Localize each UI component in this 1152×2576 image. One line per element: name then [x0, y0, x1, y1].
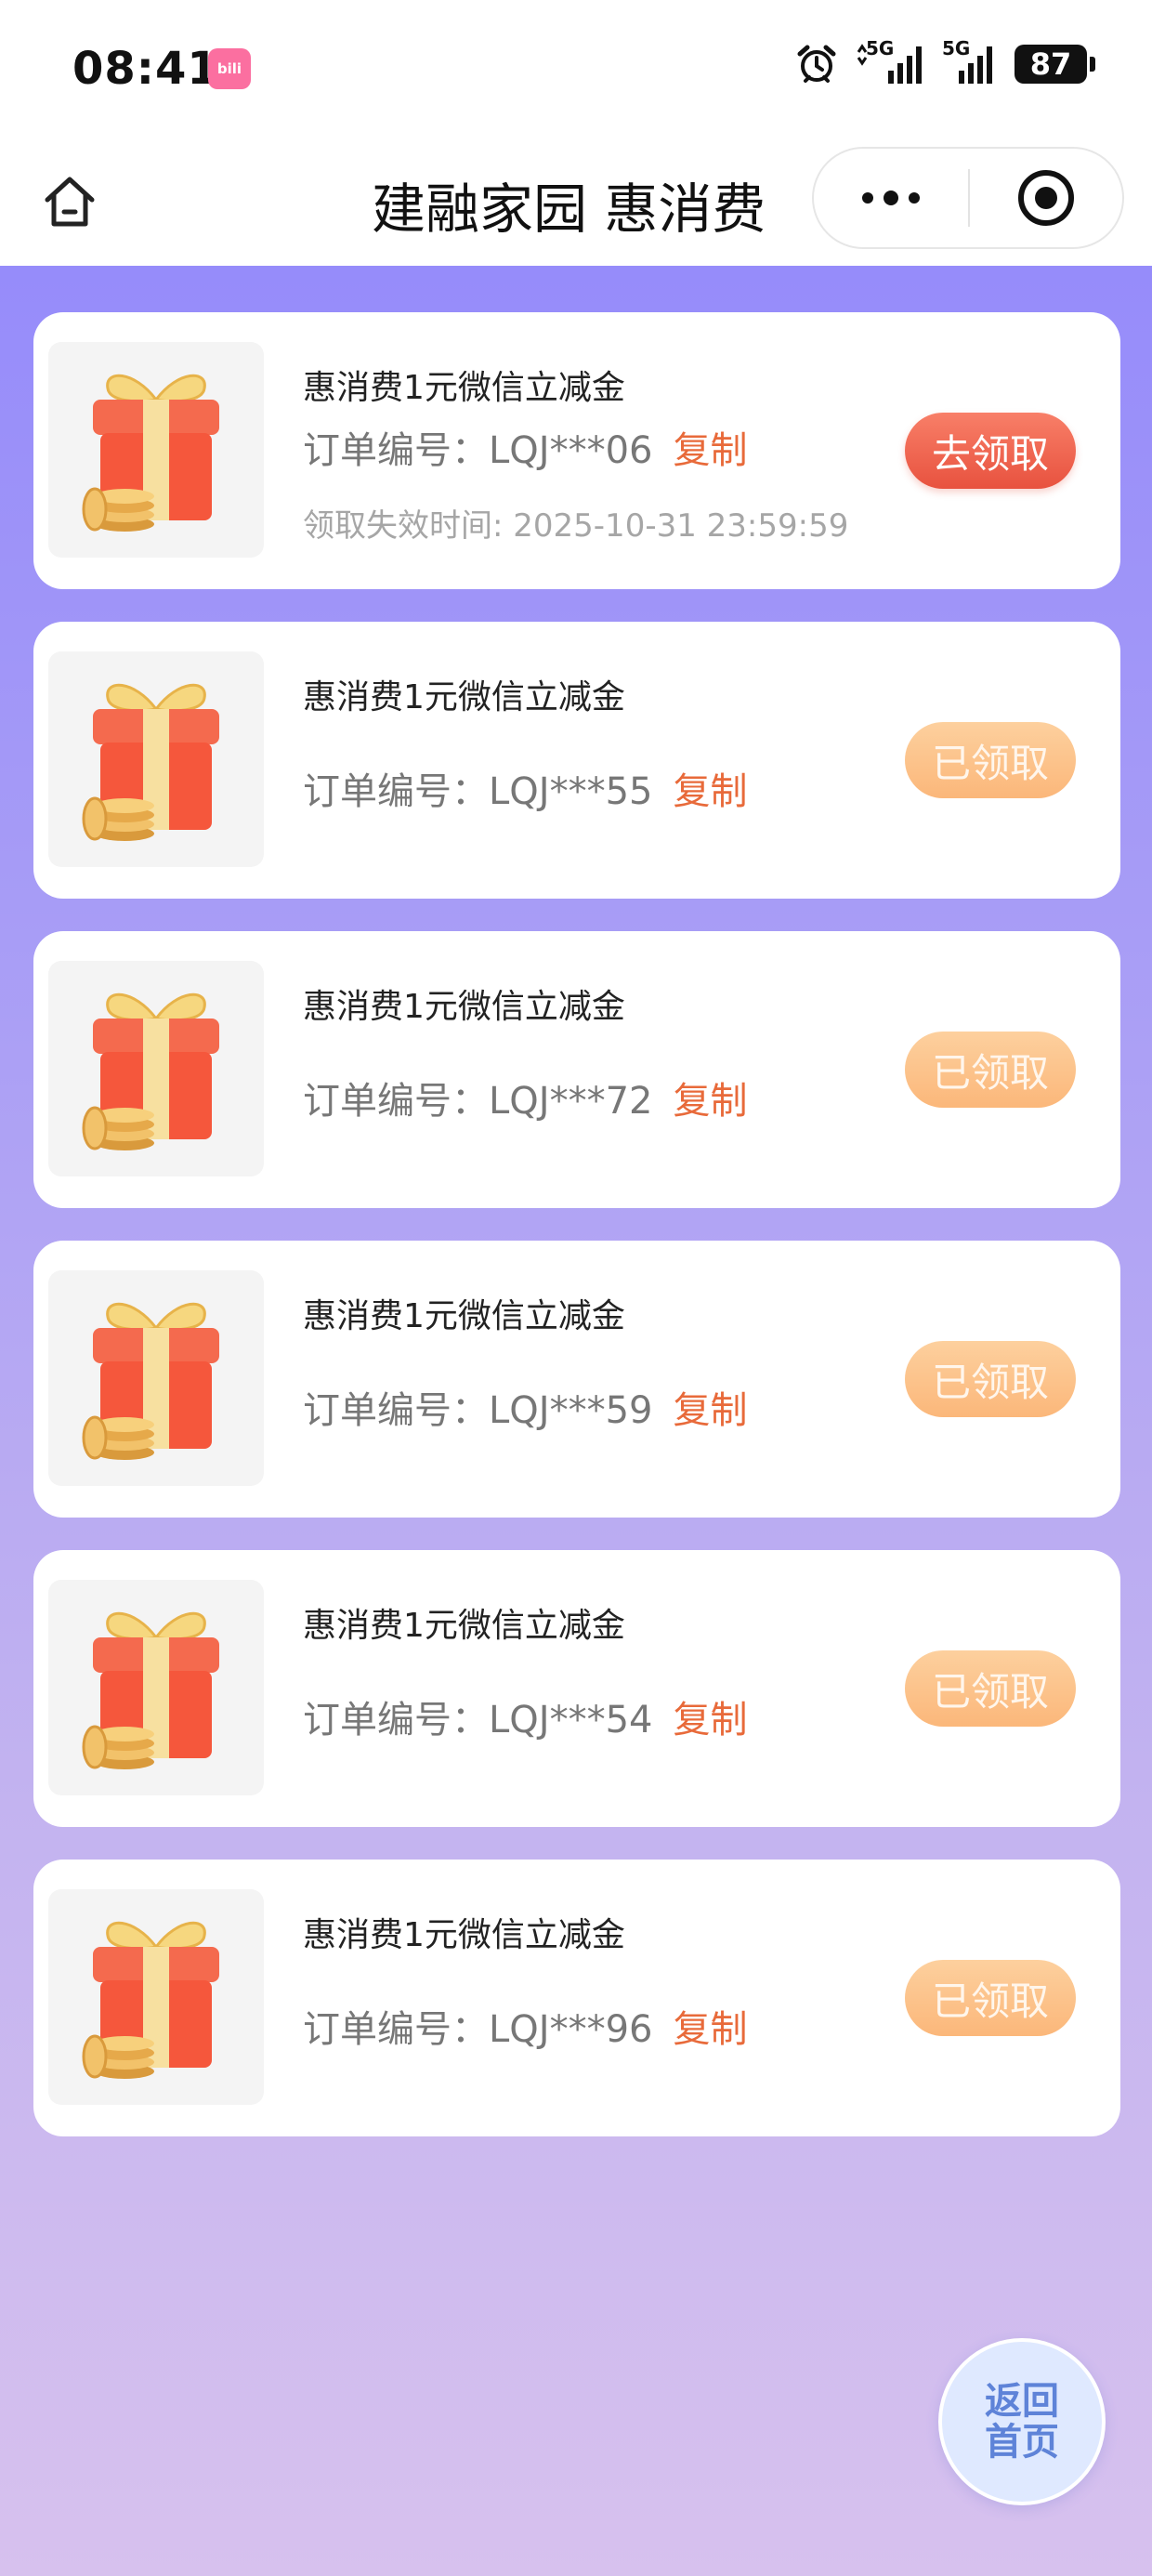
alarm-clock-icon	[797, 45, 836, 83]
coupon-card: 惠消费1元微信立减金 订单编号：LQJ***59 复制 已领取	[33, 1241, 1120, 1518]
back-home-button[interactable]: 返回 首页	[938, 2338, 1106, 2505]
copy-button[interactable]: 复制	[673, 2008, 747, 2051]
order-number-row: 订单编号：LQJ***59 复制	[303, 1380, 747, 1434]
claimed-button[interactable]: 已领取	[905, 1960, 1076, 2036]
coupon-card: 惠消费1元微信立减金 订单编号：LQJ***55 复制 已领取	[33, 622, 1120, 899]
order-number-label: 订单编号：	[303, 1389, 489, 1432]
gift-thumbnail	[48, 1889, 264, 2105]
gift-box-icon	[82, 683, 219, 841]
coupon-title: 惠消费1元微信立减金	[303, 369, 625, 407]
order-number-label: 订单编号：	[303, 429, 489, 472]
expiry-time: 领取失效时间: 2025-10-31 23:59:59	[303, 507, 849, 545]
nav-bar: 建融家园 惠消费	[0, 138, 1152, 266]
gift-thumbnail	[48, 1580, 264, 1795]
more-dots-icon	[862, 191, 920, 205]
copy-button[interactable]: 复制	[673, 770, 747, 813]
signal-icon: 5G	[942, 37, 998, 87]
order-number-row: 订单编号：LQJ***06 复制	[303, 420, 747, 474]
status-icons: 5G 5G 87	[795, 37, 1095, 87]
order-number-row: 订单编号：LQJ***72 复制	[303, 1071, 747, 1124]
copy-button[interactable]: 复制	[673, 429, 747, 472]
order-number: LQJ***59	[489, 1389, 653, 1432]
copy-button[interactable]: 复制	[673, 1389, 747, 1432]
claimed-button[interactable]: 已领取	[905, 1032, 1076, 1108]
order-number-label: 订单编号：	[303, 1080, 489, 1123]
coupon-card: 惠消费1元微信立减金 订单编号：LQJ***54 复制 已领取	[33, 1550, 1120, 1827]
mini-program-capsule	[812, 147, 1124, 249]
claimed-button[interactable]: 已领取	[905, 722, 1076, 798]
close-button[interactable]	[970, 149, 1122, 247]
coupon-list: 惠消费1元微信立减金 订单编号：LQJ***06 复制 领取失效时间: 2025-…	[33, 312, 1120, 2169]
order-number: LQJ***96	[489, 2008, 653, 2051]
coupon-card: 惠消费1元微信立减金 订单编号：LQJ***96 复制 已领取	[33, 1860, 1120, 2136]
order-number-row: 订单编号：LQJ***96 复制	[303, 1999, 747, 2053]
status-time: 08:41	[72, 43, 219, 95]
coupon-title: 惠消费1元微信立减金	[303, 988, 625, 1026]
gift-thumbnail	[48, 342, 264, 558]
order-number: LQJ***72	[489, 1080, 653, 1123]
coupon-title: 惠消费1元微信立减金	[303, 678, 625, 716]
gift-box-icon	[82, 374, 219, 532]
order-number: LQJ***06	[489, 429, 653, 472]
back-home-line1: 返回	[985, 2380, 1059, 2423]
gift-box-icon	[82, 992, 219, 1150]
gift-thumbnail	[48, 651, 264, 867]
order-number-row: 订单编号：LQJ***55 复制	[303, 761, 747, 815]
gift-box-icon	[82, 1611, 219, 1769]
coupon-card: 惠消费1元微信立减金 订单编号：LQJ***06 复制 领取失效时间: 2025-…	[33, 312, 1120, 589]
battery-indicator: 87	[1015, 45, 1095, 84]
coupon-card: 惠消费1元微信立减金 订单编号：LQJ***72 复制 已领取	[33, 931, 1120, 1208]
order-number-label: 订单编号：	[303, 770, 489, 813]
coupon-title: 惠消费1元微信立减金	[303, 1297, 625, 1335]
coupon-title: 惠消费1元微信立减金	[303, 1916, 625, 1954]
home-icon	[45, 177, 95, 227]
target-close-icon	[1018, 170, 1074, 226]
gift-thumbnail	[48, 1270, 264, 1486]
copy-button[interactable]: 复制	[673, 1699, 747, 1741]
signal-icon: 5G	[855, 37, 925, 87]
home-button[interactable]	[35, 167, 104, 236]
order-number-label: 订单编号：	[303, 2008, 489, 2051]
gift-box-icon	[82, 1921, 219, 2079]
coupon-title: 惠消费1元微信立减金	[303, 1607, 625, 1645]
order-number: LQJ***55	[489, 770, 653, 813]
gift-thumbnail	[48, 961, 264, 1176]
status-bar: 08:41 bili 5G 5G 87	[0, 0, 1152, 138]
claim-button[interactable]: 去领取	[905, 413, 1076, 489]
page-title: 建融家园 惠消费	[372, 177, 766, 241]
claimed-button[interactable]: 已领取	[905, 1650, 1076, 1727]
more-button[interactable]	[814, 149, 968, 247]
order-number: LQJ***54	[489, 1699, 653, 1741]
copy-button[interactable]: 复制	[673, 1080, 747, 1123]
claimed-button[interactable]: 已领取	[905, 1341, 1076, 1417]
back-home-label: 返回 首页	[983, 2381, 1061, 2463]
back-home-line2: 首页	[985, 2421, 1059, 2464]
order-number-label: 订单编号：	[303, 1699, 489, 1741]
order-number-row: 订单编号：LQJ***54 复制	[303, 1689, 747, 1743]
app-notification-icon: bili	[208, 48, 251, 89]
gift-box-icon	[82, 1302, 219, 1460]
